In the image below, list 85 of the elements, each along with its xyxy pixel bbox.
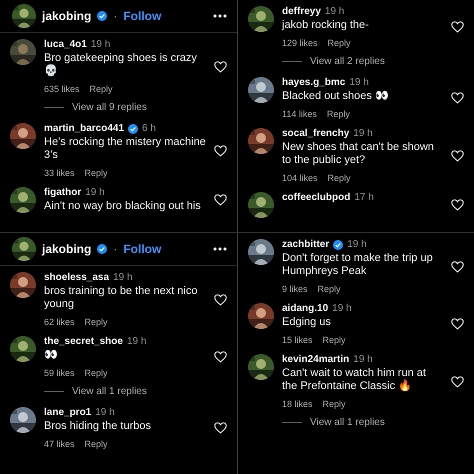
like-count: 104 likes xyxy=(282,173,318,183)
heart-icon[interactable] xyxy=(214,144,227,156)
comment-time: 17 h xyxy=(354,192,374,203)
username[interactable]: zachbitter xyxy=(282,239,330,250)
like-count: 635 likes xyxy=(44,84,80,94)
comment-text: 👀 xyxy=(44,349,59,362)
heart-icon[interactable] xyxy=(451,260,464,272)
comment-time: 19 h xyxy=(353,354,373,365)
comment-time: 19 h xyxy=(353,128,373,139)
separator: · xyxy=(113,9,118,23)
username[interactable]: shoeless_asa xyxy=(44,272,110,283)
username[interactable]: aidang.10 xyxy=(282,303,328,314)
view-replies-link[interactable]: View all 9 replies xyxy=(72,102,147,113)
reply-button[interactable]: Reply xyxy=(326,109,350,119)
heart-icon[interactable] xyxy=(451,199,464,211)
username[interactable]: deffreyy xyxy=(282,6,321,17)
username[interactable]: kevin24martin xyxy=(282,354,350,365)
like-count: 62 likes xyxy=(44,317,75,327)
comment-time: 19 h xyxy=(324,6,344,17)
comment-text: Bros hiding the turbos xyxy=(44,420,152,433)
comment-text: Bro gatekeeping shoes is crazy💀 xyxy=(44,52,198,78)
comment-text: Don't forget to make the trip up Humphreys Peak xyxy=(282,252,434,278)
reply-button[interactable]: Reply xyxy=(84,439,108,449)
username[interactable]: lane_pro1 xyxy=(44,407,92,418)
comment-time: 19 h xyxy=(113,272,133,283)
comment-time: 19 h xyxy=(85,187,105,198)
username[interactable]: jakobing xyxy=(42,9,92,23)
heart-icon[interactable] xyxy=(214,294,227,306)
username[interactable]: socal_frenchy xyxy=(282,128,350,139)
heart-icon[interactable] xyxy=(451,92,464,104)
heart-icon[interactable] xyxy=(214,194,227,206)
reply-button[interactable]: Reply xyxy=(322,335,346,345)
like-count: 47 likes xyxy=(44,439,75,449)
reply-button[interactable]: Reply xyxy=(322,399,346,409)
comment-text: jakob rocking the- xyxy=(282,19,370,32)
username[interactable]: coffeeclubpod xyxy=(282,192,350,203)
separator: · xyxy=(113,242,118,256)
like-count: 59 likes xyxy=(44,368,75,378)
comment-text: He’s rocking the mistery machine 3’s xyxy=(44,136,206,162)
heart-icon[interactable] xyxy=(451,150,464,162)
reply-button[interactable]: Reply xyxy=(84,368,108,378)
comment-time: 19 h xyxy=(347,239,367,250)
comment-text: Edging us xyxy=(282,316,332,329)
comment-time: 19 h xyxy=(332,303,352,314)
heart-icon[interactable] xyxy=(451,21,464,33)
reply-button[interactable]: Reply xyxy=(328,38,351,48)
heart-icon[interactable] xyxy=(214,60,227,72)
like-count: 129 likes xyxy=(282,38,318,48)
comment-text: Ain't no way bro blacking out his xyxy=(44,200,202,213)
reply-button[interactable]: Reply xyxy=(90,84,113,94)
username[interactable]: luca_4o1 xyxy=(44,39,87,50)
like-count: 114 likes xyxy=(282,109,317,119)
username[interactable]: hayes.g_bmc xyxy=(282,77,346,88)
like-count: 9 likes xyxy=(282,284,308,294)
comment-time: 19 h xyxy=(349,77,369,88)
heart-icon[interactable] xyxy=(214,351,227,363)
comment-text: Can't wait to watch him run at the Prefontaine Classic 🔥 xyxy=(282,367,427,393)
follow-button[interactable]: Follow xyxy=(123,9,162,23)
heart-icon[interactable] xyxy=(451,376,464,388)
comment-time: 6 h xyxy=(142,123,156,134)
reply-button[interactable]: Reply xyxy=(84,317,108,327)
comment-time: 19 h xyxy=(126,336,146,347)
username[interactable]: the_secret_shoe xyxy=(44,336,123,347)
username[interactable]: jakobing xyxy=(42,242,92,256)
view-replies-link[interactable]: View all 2 replies xyxy=(310,56,385,67)
username[interactable]: figathor xyxy=(44,187,82,198)
reply-button[interactable]: Reply xyxy=(328,173,351,183)
follow-button[interactable]: Follow xyxy=(123,242,162,256)
like-count: 15 likes xyxy=(282,335,313,345)
reply-button[interactable]: Reply xyxy=(318,284,341,294)
reply-button[interactable]: Reply xyxy=(84,168,108,178)
comment-text: Blacked out shoes 👀 xyxy=(282,90,390,103)
comment-time: 19 h xyxy=(90,39,110,50)
comment-text: New shoes that can't be shown to the public yet? xyxy=(282,141,435,167)
heart-icon[interactable] xyxy=(214,422,227,434)
like-count: 18 likes xyxy=(282,399,313,409)
view-replies-link[interactable]: View all 1 replies xyxy=(310,417,385,428)
comment-text: bros training to be the next nico young xyxy=(44,285,198,311)
comment-time: 19 h xyxy=(95,407,115,418)
more-icon[interactable] xyxy=(213,247,227,251)
heart-icon[interactable] xyxy=(451,318,464,330)
view-replies-link[interactable]: View all 1 replies xyxy=(72,386,147,397)
like-count: 33 likes xyxy=(44,168,75,178)
username[interactable]: martin_barco441 xyxy=(44,123,124,134)
more-icon[interactable] xyxy=(213,14,227,18)
